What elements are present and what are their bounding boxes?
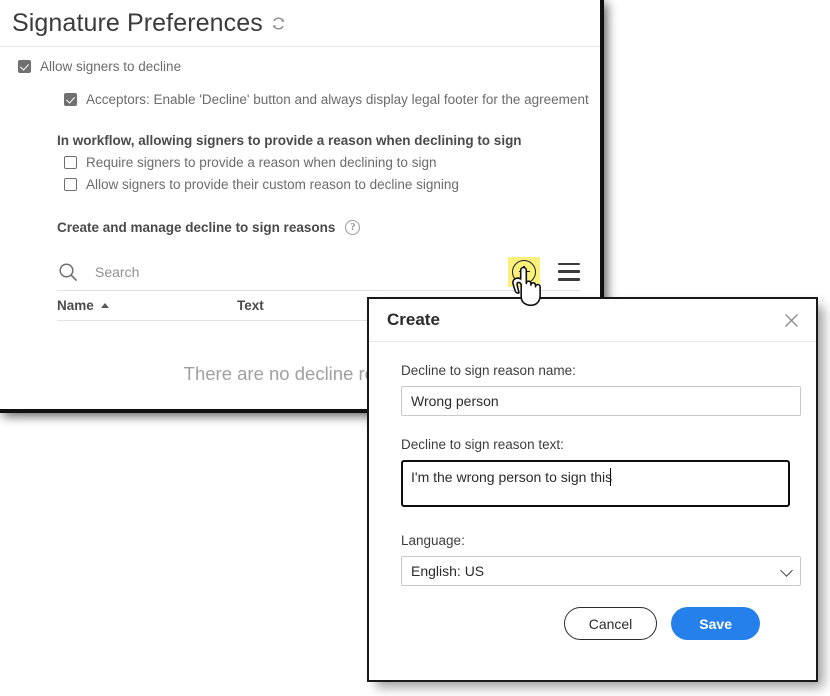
language-label: Language: — [401, 533, 465, 548]
reason-text-input[interactable]: I'm the wrong person to sign this — [401, 460, 790, 507]
caret-up-icon — [100, 303, 109, 308]
acceptors-checkbox[interactable] — [64, 93, 77, 106]
require-reason-row[interactable]: Require signers to provide a reason when… — [64, 155, 600, 171]
manage-reasons-label: Create and manage decline to sign reason… — [57, 220, 336, 235]
hamburger-menu-icon[interactable] — [558, 262, 580, 281]
column-header-name[interactable]: Name — [57, 298, 237, 313]
workflow-heading: In workflow, allowing signers to provide… — [57, 133, 522, 148]
column-header-name-label: Name — [57, 298, 94, 313]
language-select[interactable]: English: US — [401, 556, 801, 586]
acceptors-label: Acceptors: Enable 'Decline' button and a… — [86, 92, 589, 107]
workflow-options-list: Require signers to provide a reason when… — [64, 155, 600, 193]
language-select-wrapper: English: US — [401, 556, 801, 586]
custom-reason-label: Allow signers to provide their custom re… — [86, 177, 459, 192]
add-reason-button[interactable] — [508, 256, 540, 287]
toolbar-actions — [508, 256, 580, 287]
screen: Signature Preferences Allow signers to d… — [0, 0, 830, 696]
acceptors-row[interactable]: Acceptors: Enable 'Decline' button and a… — [64, 92, 600, 108]
dialog-title: Create — [387, 310, 440, 329]
plus-circle-icon — [512, 259, 536, 284]
cancel-button[interactable]: Cancel — [563, 607, 658, 640]
column-header-text[interactable]: Text — [237, 298, 264, 313]
dialog-header: Create — [369, 299, 816, 342]
dialog-body: Decline to sign reason name: Decline to … — [369, 342, 816, 640]
search-icon — [57, 261, 79, 283]
require-reason-label: Require signers to provide a reason when… — [86, 155, 437, 170]
text-cursor — [610, 468, 612, 486]
reason-text-label: Decline to sign reason text: — [401, 437, 564, 452]
allow-signers-to-decline-label: Allow signers to decline — [40, 59, 182, 74]
column-header-text-label: Text — [237, 298, 264, 313]
create-reason-dialog: Create Decline to sign reason name: Decl… — [367, 297, 818, 682]
page-header: Signature Preferences — [0, 0, 600, 47]
reasons-toolbar — [57, 253, 580, 291]
allow-signers-to-decline-checkbox[interactable] — [18, 60, 31, 73]
reason-text-wrapper: I'm the wrong person to sign this — [401, 460, 790, 512]
refresh-icon[interactable] — [271, 16, 286, 31]
reason-name-input[interactable] — [401, 386, 801, 416]
reason-name-label: Decline to sign reason name: — [401, 363, 576, 378]
close-icon[interactable] — [780, 309, 802, 331]
page-title: Signature Preferences — [12, 8, 263, 37]
search-input[interactable] — [93, 262, 353, 281]
manage-reasons-heading: Create and manage decline to sign reason… — [57, 220, 600, 235]
dialog-footer: Cancel Save — [401, 586, 786, 640]
question-mark-circle-icon[interactable]: ? — [345, 220, 361, 235]
custom-reason-row[interactable]: Allow signers to provide their custom re… — [64, 177, 600, 193]
save-button[interactable]: Save — [671, 607, 760, 640]
custom-reason-checkbox[interactable] — [64, 178, 77, 191]
require-reason-checkbox[interactable] — [64, 156, 77, 169]
allow-signers-to-decline-row[interactable]: Allow signers to decline — [18, 59, 600, 75]
